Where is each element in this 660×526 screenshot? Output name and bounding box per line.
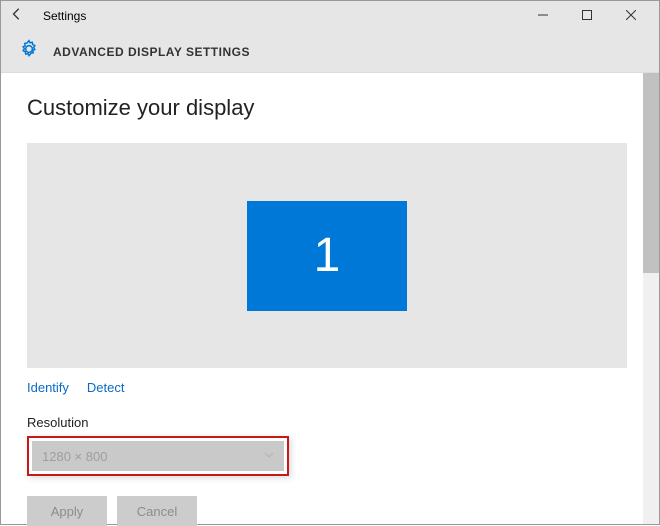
header-title: ADVANCED DISPLAY SETTINGS — [53, 45, 250, 59]
identify-link[interactable]: Identify — [27, 380, 69, 395]
display-preview-box: 1 — [27, 143, 627, 368]
resolution-value: 1280 × 800 — [42, 449, 107, 464]
maximize-icon — [582, 7, 592, 25]
resolution-label: Resolution — [27, 415, 633, 430]
back-button[interactable] — [3, 2, 31, 30]
button-row: Apply Cancel — [27, 496, 633, 526]
cancel-label: Cancel — [137, 504, 177, 519]
detect-link[interactable]: Detect — [87, 380, 125, 395]
monitor-number: 1 — [314, 228, 341, 283]
window-controls — [521, 1, 653, 31]
vertical-scrollbar[interactable] — [643, 73, 659, 524]
gear-icon — [19, 39, 39, 64]
content-area: Customize your display 1 Identify Detect… — [1, 73, 659, 524]
window-title: Settings — [43, 9, 86, 23]
resolution-dropdown[interactable]: 1280 × 800 — [32, 441, 284, 471]
apply-button[interactable]: Apply — [27, 496, 107, 526]
cancel-button[interactable]: Cancel — [117, 496, 197, 526]
title-bar-left: Settings — [3, 2, 521, 30]
close-button[interactable] — [609, 1, 653, 31]
apply-label: Apply — [51, 504, 84, 519]
display-links: Identify Detect — [27, 380, 633, 395]
minimize-button[interactable] — [521, 1, 565, 31]
page-heading: Customize your display — [27, 95, 633, 121]
title-bar: Settings — [1, 1, 659, 31]
scrollbar-thumb[interactable] — [643, 73, 659, 273]
back-icon — [10, 7, 24, 26]
maximize-button[interactable] — [565, 1, 609, 31]
close-icon — [626, 7, 636, 25]
resolution-highlight: 1280 × 800 — [27, 436, 289, 476]
chevron-down-icon — [264, 447, 274, 465]
minimize-icon — [538, 7, 548, 25]
header-bar: ADVANCED DISPLAY SETTINGS — [1, 31, 659, 73]
monitor-1[interactable]: 1 — [247, 201, 407, 311]
